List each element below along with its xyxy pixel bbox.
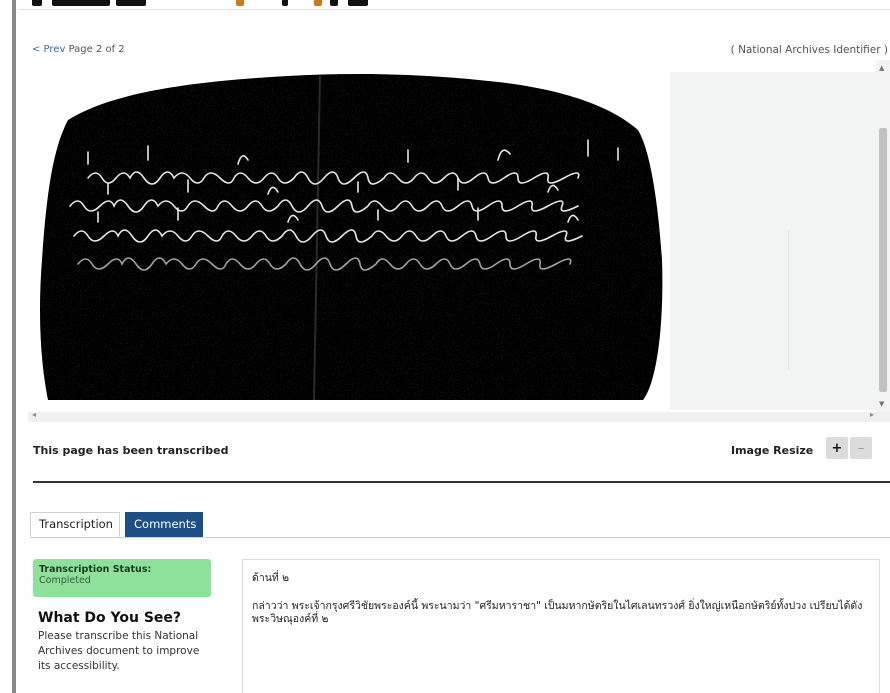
- status-value: Completed: [39, 575, 91, 586]
- status-label: Transcription Status:: [39, 564, 152, 575]
- tab-bar: Transcription Comments: [30, 512, 890, 538]
- transcription-status-badge: Transcription Status: Completed: [33, 559, 211, 597]
- scroll-thumb[interactable]: [879, 128, 887, 392]
- left-edge-rule: [0, 0, 16, 693]
- panel-divider: [788, 230, 789, 370]
- transcript-line-2: กล่าวว่า พระเจ้ากรุงศรีวิชัยพระองค์นี้ พ…: [252, 600, 863, 625]
- archives-identifier: ( National Archives Identifier ): [730, 44, 888, 56]
- header-divider: [18, 9, 890, 10]
- what-do-you-see-heading: What Do You See?: [38, 610, 182, 626]
- scroll-up-icon[interactable]: ▲: [879, 64, 884, 72]
- viewer-horizontal-scrollbar[interactable]: ◂ ▸: [28, 410, 890, 422]
- image-resize-label: Image Resize: [731, 444, 814, 457]
- zoom-out-button[interactable]: –: [850, 437, 872, 459]
- image-side-panel: [670, 72, 876, 410]
- scroll-left-icon[interactable]: ◂: [32, 410, 36, 419]
- what-do-you-see-text: Please transcribe this National Archives…: [38, 630, 200, 672]
- zoom-in-button[interactable]: +: [826, 437, 848, 459]
- inscription-image[interactable]: [28, 60, 668, 410]
- transcription-text-area[interactable]: ด้านที่ ๒ กล่าวว่า พระเจ้ากรุงศรีวิชัยพร…: [242, 559, 880, 693]
- section-divider: [33, 481, 890, 483]
- scroll-down-icon[interactable]: ▼: [879, 400, 884, 408]
- pager: < Prev Page 2 of 2: [32, 44, 125, 55]
- scroll-right-icon[interactable]: ▸: [870, 410, 874, 419]
- viewer-vertical-scrollbar[interactable]: ▲ ▼: [876, 60, 890, 412]
- page-indicator: Page 2 of 2: [68, 44, 125, 55]
- prev-page-link[interactable]: < Prev: [32, 44, 65, 55]
- tab-comments[interactable]: Comments: [125, 512, 203, 537]
- document-image-viewer[interactable]: ▲ ▼ ◂ ▸: [28, 60, 890, 422]
- tab-transcription[interactable]: Transcription: [30, 512, 120, 537]
- transcript-line-1: ด้านที่ ๒: [252, 572, 290, 584]
- page-status: This page has been transcribed: [33, 444, 229, 457]
